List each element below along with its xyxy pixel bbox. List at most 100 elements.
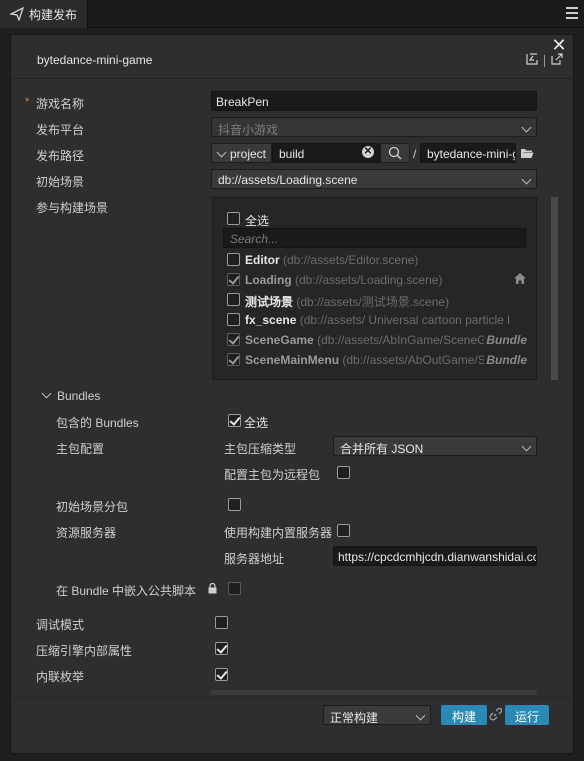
scene-item[interactable]: Editor (db://assets/Editor.scene) xyxy=(227,251,527,269)
game-name-input[interactable]: BreakPen xyxy=(211,91,537,111)
required-marker: * xyxy=(25,96,30,108)
scene-item[interactable]: fx_scene (db://assets/ Universal cartoon… xyxy=(227,311,527,329)
use-builtin-server-label: 使用构建内置服务器 xyxy=(224,526,333,540)
mangle-properties-checkbox[interactable] xyxy=(215,642,228,655)
path-separator: / xyxy=(413,147,417,161)
tab-label: 构建发布 xyxy=(29,7,78,22)
select-all-checkbox[interactable] xyxy=(227,212,240,225)
run-button[interactable]: 运行 xyxy=(505,705,549,725)
debug-mode-checkbox[interactable] xyxy=(215,616,228,629)
platform-value: 抖音小游戏 xyxy=(218,123,279,137)
scene-list: 全选 Search... Editor (db://assets/Editor.… xyxy=(212,197,537,380)
tab-build-publish[interactable]: 构建发布 xyxy=(0,0,88,28)
bundle-tag: Bundle xyxy=(484,333,527,347)
compression-type-select[interactable]: 合并所有 JSON xyxy=(333,436,537,456)
debug-mode-label: 调试模式 xyxy=(36,618,85,632)
remote-main-package-checkbox[interactable] xyxy=(337,466,350,479)
start-scene-select[interactable]: db://assets/Loading.scene xyxy=(211,169,537,189)
chevron-down-icon xyxy=(521,122,532,133)
folder-icon[interactable] xyxy=(520,147,534,162)
mangle-properties-label: 压缩引擎内部属性 xyxy=(36,644,133,658)
scene-path: (db://assets/Editor.scene) xyxy=(283,253,419,267)
scene-checkbox xyxy=(227,333,240,346)
search-icon xyxy=(388,146,402,160)
bundles-section-label: Bundles xyxy=(57,389,101,403)
scene-name: SceneMainMenu xyxy=(245,353,340,367)
scene-checkbox[interactable] xyxy=(227,253,240,266)
scene-name: Loading xyxy=(245,273,292,287)
scene-path: (db://assets/AbOutGame/Su xyxy=(342,353,493,367)
lock-icon xyxy=(208,582,217,597)
scene-path: (db://assets/测试场景.scene) xyxy=(296,295,450,309)
build-path-label: 发布路径 xyxy=(36,149,85,163)
row-build-path: 发布路径 project build ✕ / bytedance-mini-g xyxy=(11,143,575,165)
chevron-down-icon xyxy=(521,174,532,185)
clear-icon[interactable]: ✕ xyxy=(362,146,374,158)
embed-common-script-label: 在 Bundle 中嵌入公共脚本 xyxy=(56,584,197,598)
build-panel: ✕ bytedance-mini-game * 游戏名称 BreakPen 发布… xyxy=(10,34,575,754)
start-scene-subpackage-label: 初始场景分包 xyxy=(56,500,129,514)
tab-bar: 构建发布 xyxy=(0,0,584,28)
game-name-label: 游戏名称 xyxy=(36,97,85,111)
scene-name: 测试场景 xyxy=(245,295,294,309)
start-scene-label: 初始场景 xyxy=(36,175,85,189)
scene-path: (db://assets/Loading.scene) xyxy=(295,273,443,287)
scene-checkbox xyxy=(227,353,240,366)
scene-search-input[interactable]: Search... xyxy=(223,228,526,248)
search-folder-button[interactable] xyxy=(380,143,410,163)
scene-checkbox[interactable] xyxy=(227,313,240,326)
use-builtin-server-checkbox[interactable] xyxy=(337,524,350,537)
bundle-tag: Bundle xyxy=(484,353,527,367)
export-icon[interactable] xyxy=(551,53,563,68)
link-icon[interactable] xyxy=(488,707,503,725)
scene-item[interactable]: Loading (db://assets/Loading.scene) xyxy=(227,271,527,289)
platform-header: bytedance-mini-game xyxy=(11,43,575,79)
scene-path: (db://assets/AbInGame/SceneG xyxy=(317,333,487,347)
start-scene-subpackage-checkbox[interactable] xyxy=(228,498,241,511)
path-output-input[interactable]: bytedance-mini-g xyxy=(420,143,516,163)
inline-enum-label: 内联枚举 xyxy=(36,670,85,684)
platform-select: 抖音小游戏 xyxy=(211,117,537,137)
remote-main-package-label: 配置主包为远程包 xyxy=(224,468,321,482)
divider xyxy=(544,54,545,67)
home-icon xyxy=(513,272,527,288)
scrollbar[interactable] xyxy=(551,197,558,380)
import-icon[interactable] xyxy=(526,53,538,68)
scrollbar-thumb[interactable] xyxy=(551,197,558,380)
resource-server-label: 资源服务器 xyxy=(56,526,117,540)
select-all-label: 全选 xyxy=(245,214,270,228)
scene-checkbox xyxy=(227,273,240,286)
path-prefix-value: project xyxy=(230,147,267,161)
inline-enum-checkbox[interactable] xyxy=(215,668,228,681)
scene-item[interactable]: SceneGame (db://assets/AbInGame/SceneG B… xyxy=(227,331,527,349)
scene-item[interactable]: SceneMainMenu (db://assets/AbOutGame/Su … xyxy=(227,351,527,369)
platform-label: 发布平台 xyxy=(36,123,85,137)
scene-name: fx_scene xyxy=(245,313,297,327)
main-config-label: 主包配置 xyxy=(56,442,105,456)
build-mode-value: 正常构建 xyxy=(330,711,379,725)
server-address-input[interactable]: https://cpcdcmhjcdn.dianwanshidai.cc xyxy=(333,546,537,566)
send-icon xyxy=(8,6,25,22)
include-all-bundles-checkbox[interactable] xyxy=(228,414,241,427)
path-prefix-select[interactable]: project xyxy=(211,143,272,163)
footer-divider xyxy=(11,697,573,698)
menu-icon[interactable] xyxy=(566,7,578,19)
scene-checkbox[interactable] xyxy=(227,293,240,306)
compression-type-label: 主包压缩类型 xyxy=(224,442,297,456)
chevron-down-icon xyxy=(216,147,227,158)
scene-name: Editor xyxy=(245,253,280,267)
row-platform: 发布平台 抖音小游戏 xyxy=(11,117,575,139)
scene-item[interactable]: 测试场景 (db://assets/测试场景.scene) xyxy=(227,291,527,309)
compression-type-value: 合并所有 JSON xyxy=(340,442,424,456)
include-all-bundles-label: 全选 xyxy=(244,416,269,430)
included-scenes-label: 参与构建场景 xyxy=(36,201,109,215)
scene-name: SceneGame xyxy=(245,333,314,347)
chevron-down-icon xyxy=(41,388,52,399)
select-all-scenes[interactable]: 全选 xyxy=(227,210,527,228)
build-button[interactable]: 构建 xyxy=(441,705,487,725)
platform-title: bytedance-mini-game xyxy=(37,53,153,67)
cut-off-select xyxy=(211,690,537,695)
build-mode-select[interactable]: 正常构建 xyxy=(323,705,431,725)
chevron-down-icon xyxy=(415,710,426,721)
server-address-label: 服务器地址 xyxy=(224,552,285,566)
